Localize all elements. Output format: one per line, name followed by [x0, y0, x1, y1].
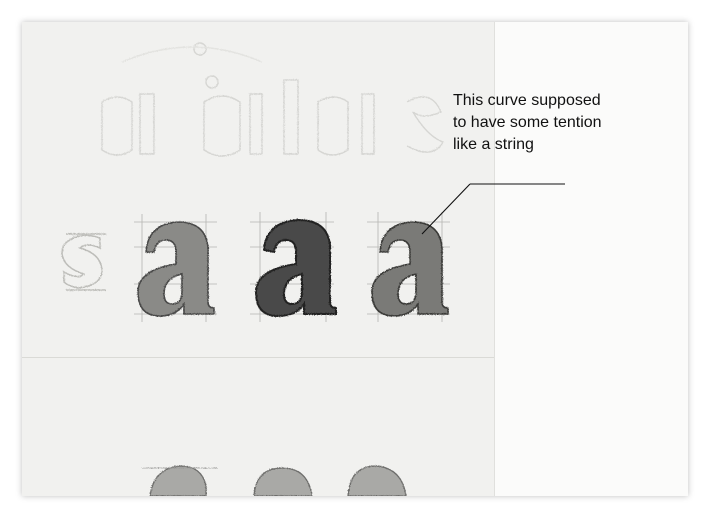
faint-word-sketch	[101, 42, 445, 157]
letter-a-sketch-1	[137, 221, 215, 317]
letter-s-sketch	[61, 233, 106, 291]
annotation-line-3: like a string	[453, 136, 534, 153]
annotation-line-1: This curve supposed	[453, 92, 601, 109]
annotation-pointer	[421, 183, 565, 235]
letter-a-sketch-3	[371, 221, 449, 317]
annotation-note: This curve supposed to have some tention…	[453, 90, 653, 156]
bottom-partial-letters	[142, 465, 407, 496]
annotation-line-2: to have some tention	[453, 114, 602, 131]
letter-a-sketch-2	[254, 218, 337, 318]
